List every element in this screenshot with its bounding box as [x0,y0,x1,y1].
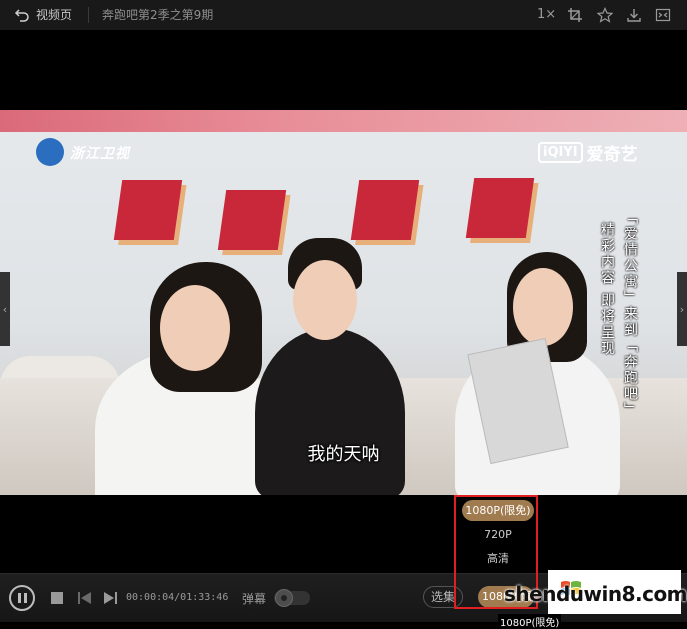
pause-button[interactable] [9,585,35,611]
download-icon[interactable] [626,7,642,23]
site-watermark: shenduwin8.com [504,570,687,614]
back-label: 视频页 [36,8,73,22]
pause-icon [18,593,21,603]
wall-red-stripe [0,110,687,132]
site-watermark-text: shenduwin8.com [504,582,687,606]
title-divider [88,7,89,23]
person-right-face [513,268,573,346]
iqiyi-logo-text: 爱奇艺 [586,145,638,165]
next-icon[interactable] [104,592,117,604]
top-bar: 视频页 奔跑吧第2季之第9期 1× [0,0,687,30]
slogan-block [113,180,183,240]
previous-icon[interactable] [78,592,91,604]
playback-speed-button[interactable]: 1× [537,7,556,22]
promo-text-col2: 精彩内容 即将呈现 [599,222,615,357]
iqiyi-logo-box: iQIYI [538,142,583,163]
slogan-block [217,190,287,250]
person-middle-body [255,328,405,495]
crop-icon[interactable] [567,7,583,23]
back-to-video-page-button[interactable]: 视频页 [14,6,72,23]
video-title: 奔跑吧第2季之第9期 [102,8,214,22]
danmu-label: 弹幕 [242,592,267,606]
video-frame[interactable]: 浙江卫视 iQIYI 爱奇艺 「爱情公寓」来到「奔跑吧」 精彩内容 即将呈现 我… [0,110,687,495]
channel-logo: 浙江卫视 [36,138,136,166]
right-panel-toggle[interactable]: › [677,272,687,346]
zhejiang-tv-logo-icon [36,138,64,166]
danmu-toggle-knob [275,589,293,607]
quality-option-720p[interactable]: 720P [462,524,534,545]
danmu-toggle[interactable] [274,589,310,607]
pause-icon [24,593,27,603]
slogan-block [350,180,420,240]
fullscreen-exit-icon[interactable] [655,7,671,23]
channel-logo-text: 浙江卫视 [70,146,130,162]
time-display: 00:00:04/01:33:46 [126,592,229,603]
quality-option-hd[interactable]: 高清 [462,548,534,569]
left-panel-toggle[interactable]: ‹ [0,272,10,346]
episodes-button[interactable]: 选集 [423,586,463,608]
slogan-block [465,178,535,238]
star-icon[interactable] [597,7,613,23]
quality-option-1080p[interactable]: 1080P(限免) [462,500,534,521]
person-middle-face [293,260,357,340]
stop-icon[interactable] [51,592,63,604]
iqiyi-logo: iQIYI 爱奇艺 [538,140,638,165]
back-arrow-icon [14,8,29,22]
chevron-right-icon: › [679,302,685,316]
quality-tooltip: 1080P(限免) [498,614,562,629]
person-left-face [160,285,230,371]
subtitle-text: 我的天呐 [307,444,380,465]
quality-menu: 1080P(限免) 720P 高清 [458,495,538,572]
chevron-left-icon: ‹ [2,302,8,316]
promo-text-col1: 「爱情公寓」来到「奔跑吧」 [622,210,638,418]
